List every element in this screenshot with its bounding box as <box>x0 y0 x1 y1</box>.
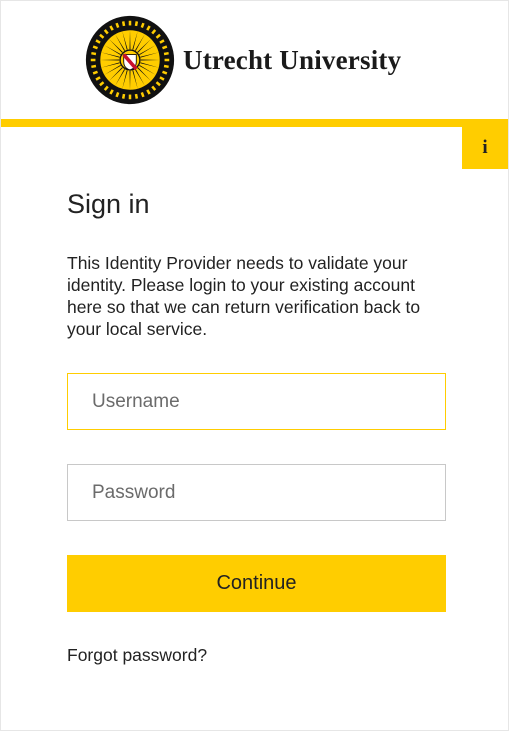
info-icon: i <box>482 137 488 158</box>
forgot-password-link[interactable]: Forgot password? <box>67 645 207 666</box>
continue-button[interactable]: Continue <box>67 555 446 612</box>
university-logo[interactable]: Utrecht University <box>85 15 401 105</box>
page-title: Sign in <box>67 189 150 219</box>
header: Utrecht University <box>1 1 508 119</box>
login-page: Utrecht University i Sign in This Identi… <box>0 0 509 731</box>
university-name: Utrecht University <box>183 44 402 75</box>
brand-band <box>1 119 508 127</box>
sign-in-panel: Sign in This Identity Provider needs to … <box>67 189 447 340</box>
sign-in-description: This Identity Provider needs to validate… <box>67 253 421 339</box>
username-input[interactable] <box>67 373 446 430</box>
university-seal-icon <box>85 15 175 105</box>
password-input[interactable] <box>67 464 446 521</box>
info-button[interactable]: i <box>462 127 508 169</box>
